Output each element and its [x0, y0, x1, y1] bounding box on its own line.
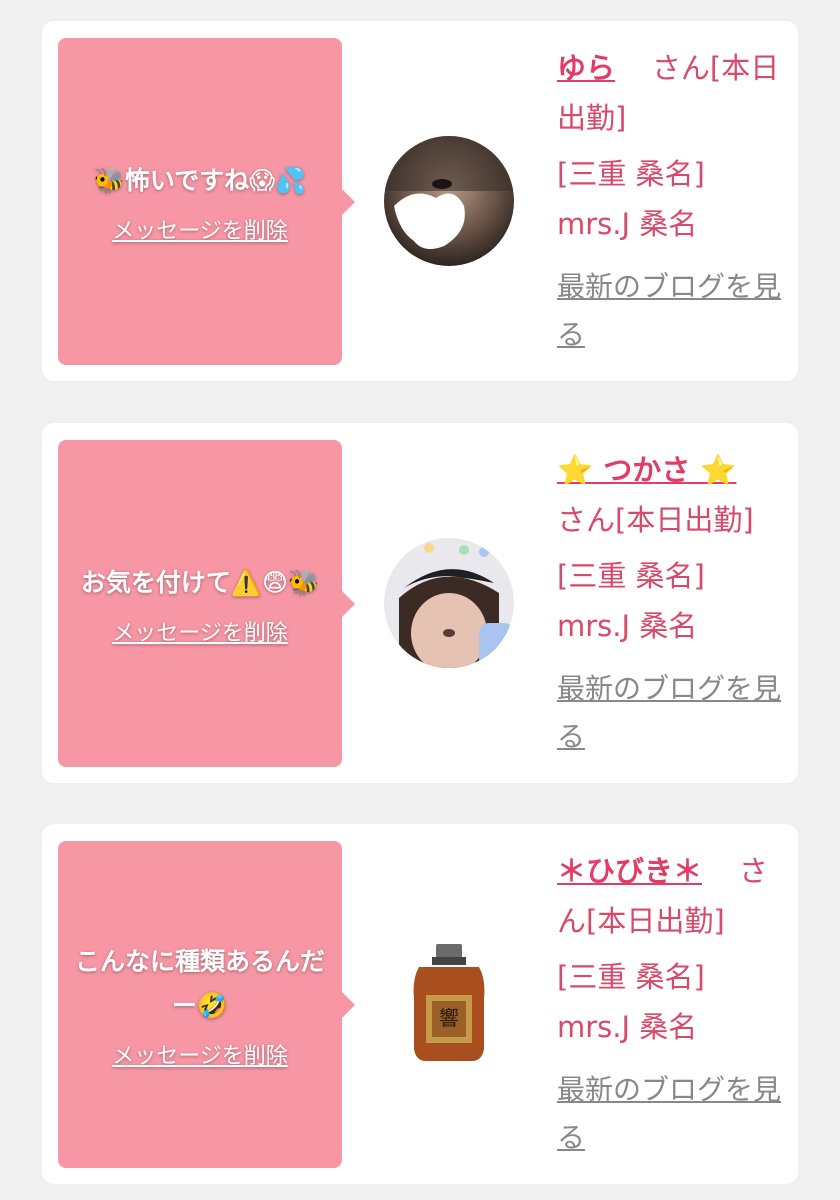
profile-name-link[interactable]: ゆら [557, 51, 615, 85]
message-bubble: こんなに種類あるんだー🤣 メッセージを削除 [58, 841, 355, 1168]
message-card: こんなに種類あるんだー🤣 メッセージを削除 響 ＊ひびき＊ さん[本日出勤] [… [42, 824, 798, 1184]
latest-blog-link[interactable]: 最新のブログを見る [557, 1066, 787, 1162]
message-bubble: お気を付けて⚠️😨🐝 メッセージを削除 [58, 440, 355, 767]
message-card: 🐝怖いですね😱💦 メッセージを削除 ゆら さん[本日出勤] [三重 桑名] mr… [42, 21, 798, 381]
profile-name-link[interactable]: ＊ひびき＊ [557, 854, 702, 888]
message-bubble: 🐝怖いですね😱💦 メッセージを削除 [58, 38, 355, 365]
profile-info: ゆら さん[本日出勤] [三重 桑名] mrs.J 桑名 最新のブログを見る [557, 43, 787, 359]
avatar[interactable] [384, 136, 514, 266]
latest-blog-link[interactable]: 最新のブログを見る [557, 263, 787, 359]
message-card: お気を付けて⚠️😨🐝 メッセージを削除 ⭐️ つかさ ⭐️ さん[本日出勤] [… [42, 423, 798, 783]
avatar[interactable] [384, 538, 514, 668]
message-text: お気を付けて⚠️😨🐝 [80, 567, 320, 597]
honorific-status: さん[本日出勤] [557, 503, 754, 537]
profile-name-link[interactable]: ⭐️ つかさ ⭐️ [557, 453, 736, 487]
delete-message-link[interactable]: メッセージを削除 [112, 213, 288, 245]
avatar[interactable]: 響 [384, 939, 514, 1069]
delete-message-link[interactable]: メッセージを削除 [112, 1038, 288, 1070]
shop-location: [三重 桑名] mrs.J 桑名 [557, 960, 705, 1044]
message-text: こんなに種類あるんだー🤣 [74, 946, 325, 1020]
profile-info: ＊ひびき＊ さん[本日出勤] [三重 桑名] mrs.J 桑名 最新のブログを見… [557, 846, 787, 1162]
shop-location: [三重 桑名] mrs.J 桑名 [557, 559, 705, 643]
shop-location: [三重 桑名] mrs.J 桑名 [557, 157, 705, 241]
svg-text:響: 響 [439, 1006, 459, 1030]
message-text: 🐝怖いですね😱💦 [93, 165, 307, 195]
latest-blog-link[interactable]: 最新のブログを見る [557, 665, 787, 761]
profile-info: ⭐️ つかさ ⭐️ さん[本日出勤] [三重 桑名] mrs.J 桑名 最新のブ… [557, 445, 787, 761]
delete-message-link[interactable]: メッセージを削除 [112, 615, 288, 647]
